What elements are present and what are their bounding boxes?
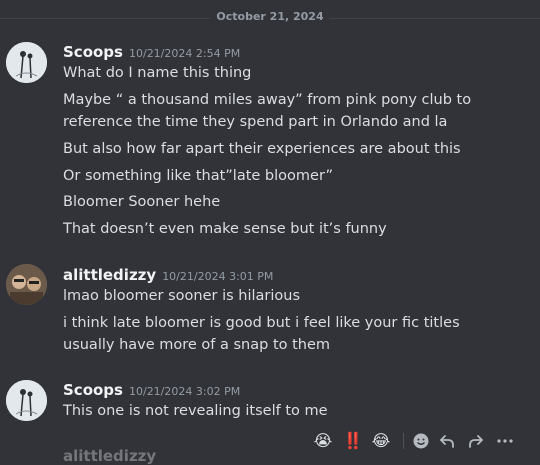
smile-plus-icon: [413, 433, 429, 448]
message-header: alittledizzy 10/21/2024 3:01 PM: [63, 265, 273, 284]
username[interactable]: alittledizzy: [63, 266, 156, 284]
next-message-author: alittledizzy: [63, 447, 157, 465]
reply-arrow-icon: [440, 434, 454, 448]
message-text: usually have more of a snap to them: [63, 337, 331, 353]
message-text: Or something like that”late bloomer”: [63, 168, 334, 184]
message-header: Scoops 10/21/2024 2:54 PM: [63, 42, 240, 61]
forward-icon[interactable]: [464, 428, 488, 453]
avatar[interactable]: [6, 380, 47, 421]
toolbar-separator: [403, 433, 404, 449]
dandelion-avatar-icon: [6, 42, 47, 83]
username[interactable]: Scoops: [63, 381, 123, 399]
message-header: Scoops 10/21/2024 3:02 PM: [63, 380, 240, 399]
date-divider-label: October 21, 2024: [210, 10, 330, 23]
message-actions-toolbar: 😭 ‼️ 😂: [305, 428, 540, 453]
message-text: Maybe “ a thousand miles away” from pink…: [63, 92, 472, 108]
username[interactable]: Scoops: [63, 43, 123, 61]
reply-icon[interactable]: [435, 428, 459, 453]
reaction-joy-emoji[interactable]: 😂: [369, 428, 393, 453]
more-icon[interactable]: [493, 428, 517, 453]
message-text: lmao bloomer sooner is hilarious: [63, 288, 301, 304]
message-text: What do I name this thing: [63, 65, 252, 81]
avatar[interactable]: [6, 264, 47, 305]
reaction-sob-emoji[interactable]: 😭: [311, 428, 335, 453]
message-text: This one is not revealing itself to me: [63, 403, 328, 419]
dandelion-avatar-icon: [6, 380, 47, 421]
timestamp: 10/21/2024 3:02 PM: [128, 385, 241, 398]
forward-arrow-icon: [469, 434, 483, 448]
message-text: That doesn’t even make sense but it’s fu…: [63, 221, 387, 237]
timestamp: 10/21/2024 3:01 PM: [162, 270, 274, 283]
avatar[interactable]: [6, 42, 47, 83]
reaction-exclamation-emoji[interactable]: ‼️: [341, 428, 365, 453]
message-text: But also how far apart their experiences…: [63, 141, 461, 157]
photo-avatar-icon: [6, 264, 47, 305]
timestamp: 10/21/2024 2:54 PM: [128, 47, 241, 60]
message-text: reference the time they spend part in Or…: [63, 114, 448, 130]
add-reaction-icon[interactable]: [409, 428, 433, 453]
more-dots-icon: [497, 438, 513, 443]
message-text: i think late bloomer is good but i feel …: [63, 315, 460, 331]
message-text: Bloomer Sooner hehe: [63, 194, 221, 210]
